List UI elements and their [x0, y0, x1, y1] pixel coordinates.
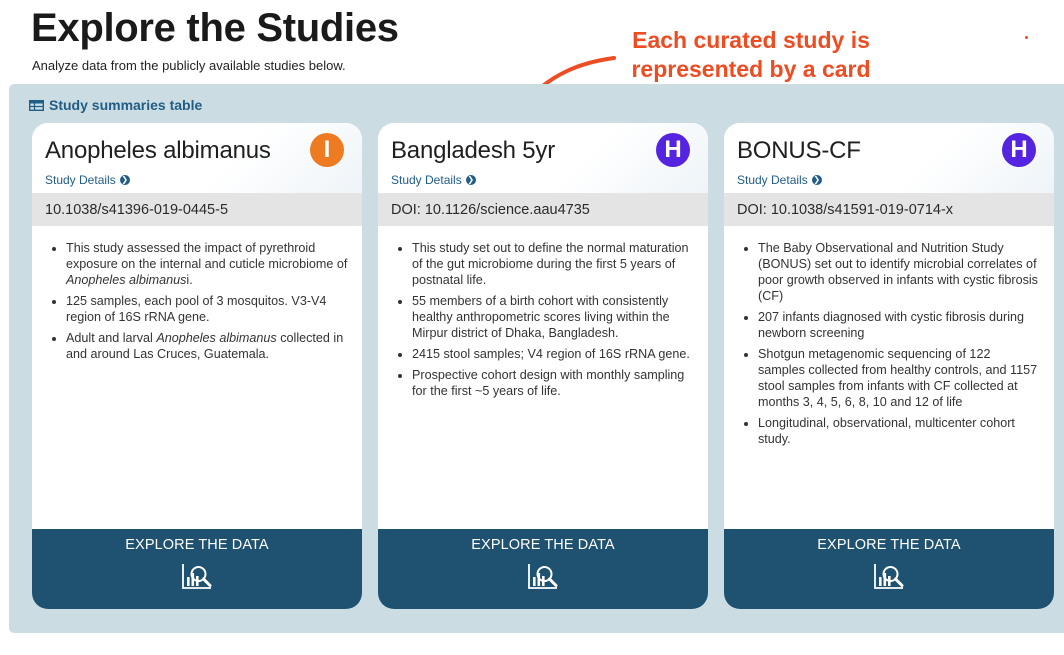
description-item: This study assessed the impact of pyreth… — [66, 240, 348, 288]
description-item: 207 infants diagnosed with cystic fibros… — [758, 309, 1040, 341]
description-item: Adult and larval Anopheles albimanus col… — [66, 330, 348, 362]
description-text: Shotgun metagenomic sequencing of 122 sa… — [758, 347, 1038, 409]
description-text: 55 members of a birth cohort with consis… — [412, 294, 670, 340]
card-title: BONUS-CF — [737, 137, 861, 164]
annotation-line-2: represented by a card — [631, 56, 871, 82]
annotation-line-1: Each curated study is — [632, 27, 870, 53]
study-details-link[interactable]: Study Details ❯ — [45, 173, 130, 187]
host-badge: H — [1002, 133, 1036, 167]
card-doi: 10.1038/s41396-019-0445-5 — [32, 193, 362, 226]
description-text: Prospective cohort design with monthly s… — [412, 368, 685, 398]
description-text: Longitudinal, observational, multicenter… — [758, 416, 1015, 446]
description-text: Anopheles albimanus — [66, 273, 187, 287]
card-header: Bangladesh 5yr H Study Details ❯ — [378, 123, 708, 193]
chevron-right-icon: ❯ — [119, 175, 130, 185]
study-details-label: Study Details — [391, 173, 462, 187]
study-card: Bangladesh 5yr H Study Details ❯ DOI: 10… — [378, 123, 708, 609]
study-details-link[interactable]: Study Details ❯ — [737, 173, 822, 187]
description-text: Adult and larval — [66, 331, 157, 345]
chart-magnifier-icon — [874, 564, 904, 589]
card-doi: DOI: 10.1038/s41591-019-0714-x — [724, 193, 1054, 226]
description-item: Prospective cohort design with monthly s… — [412, 367, 694, 399]
study-summaries-table-link[interactable]: Study summaries table — [29, 97, 202, 113]
explore-data-label: EXPLORE THE DATA — [125, 537, 269, 553]
card-header: BONUS-CF H Study Details ❯ — [724, 123, 1054, 193]
description-text: This study set out to define the normal … — [412, 241, 689, 287]
description-item: The Baby Observational and Nutrition Stu… — [758, 240, 1040, 304]
page-title: Explore the Studies — [31, 6, 399, 50]
host-badge: H — [656, 133, 690, 167]
study-details-link[interactable]: Study Details ❯ — [391, 173, 476, 187]
card-title: Anopheles albimanus — [45, 137, 271, 164]
description-item: 125 samples, each pool of 3 mosquitos. V… — [66, 293, 348, 325]
card-doi: DOI: 10.1126/science.aau4735 — [378, 193, 708, 226]
study-card: Anopheles albimanus I Study Details ❯ 10… — [32, 123, 362, 609]
description-text: i. — [186, 273, 193, 287]
explore-data-button[interactable]: EXPLORE THE DATA — [724, 529, 1054, 609]
chart-magnifier-icon — [528, 564, 558, 589]
description-text: 2415 stool samples; V4 region of 16S rRN… — [412, 347, 690, 361]
table-link-label: Study summaries table — [49, 97, 203, 113]
description-text: Anopheles albimanus — [156, 331, 277, 345]
chart-magnifier-icon — [182, 564, 212, 589]
study-details-label: Study Details — [737, 173, 808, 187]
explore-data-button[interactable]: EXPLORE THE DATA — [32, 529, 362, 609]
description-item: Longitudinal, observational, multicenter… — [758, 415, 1040, 447]
explore-data-button[interactable]: EXPLORE THE DATA — [378, 529, 708, 609]
description-item: 55 members of a birth cohort with consis… — [412, 293, 694, 341]
stray-dot — [1025, 36, 1028, 39]
card-title: Bangladesh 5yr — [391, 137, 555, 164]
description-text: The Baby Observational and Nutrition Stu… — [758, 241, 1038, 303]
description-text: 125 samples, each pool of 3 mosquitos. V… — [66, 294, 327, 324]
description-text: This study assessed the impact of pyreth… — [66, 241, 348, 271]
description-item: This study set out to define the normal … — [412, 240, 694, 288]
description-item: 2415 stool samples; V4 region of 16S rRN… — [412, 346, 694, 362]
study-details-label: Study Details — [45, 173, 116, 187]
table-icon — [29, 99, 44, 111]
card-description: This study assessed the impact of pyreth… — [32, 226, 362, 362]
page-subtitle: Analyze data from the publicly available… — [32, 58, 346, 73]
card-description: This study set out to define the normal … — [378, 226, 708, 399]
card-description: The Baby Observational and Nutrition Stu… — [724, 226, 1054, 447]
description-text: 207 infants diagnosed with cystic fibros… — [758, 310, 1025, 340]
description-item: Shotgun metagenomic sequencing of 122 sa… — [758, 346, 1040, 410]
study-card: BONUS-CF H Study Details ❯ DOI: 10.1038/… — [724, 123, 1054, 609]
annotation-callout: Each curated study is represented by a c… — [606, 26, 896, 84]
card-header: Anopheles albimanus I Study Details ❯ — [32, 123, 362, 193]
host-badge: I — [310, 133, 344, 167]
chevron-right-icon: ❯ — [811, 175, 822, 185]
chevron-right-icon: ❯ — [465, 175, 476, 185]
explore-data-label: EXPLORE THE DATA — [471, 537, 615, 553]
explore-data-label: EXPLORE THE DATA — [817, 537, 961, 553]
